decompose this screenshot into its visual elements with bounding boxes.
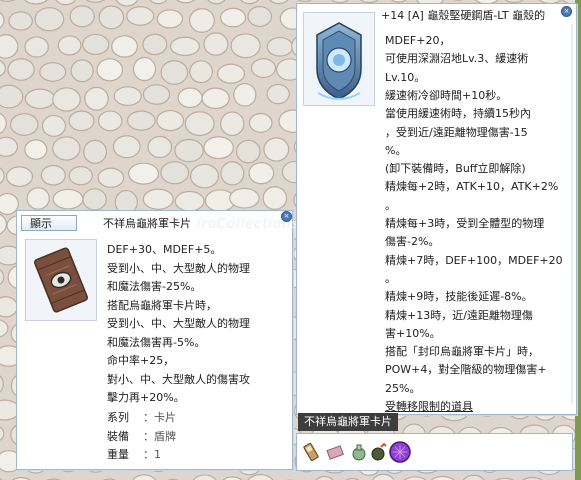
attribute-value: ：卡片 xyxy=(143,411,176,424)
shield-description-line: 。 xyxy=(385,271,396,285)
card-illustration-icon xyxy=(33,247,89,313)
shield-description-line: POW+4，對全階級的物理傷害+ xyxy=(385,363,547,377)
shield-description-line: 精煉每+2時，ATK+10，ATK+2% xyxy=(385,180,559,194)
card-description-line: 擊力再+20%。 xyxy=(107,391,185,404)
card-description-line: 和魔法傷害-25%。 xyxy=(107,280,202,293)
attribute-label: 系列 xyxy=(107,411,129,424)
attribute-value: ：1 xyxy=(143,448,161,461)
grenade-icon[interactable] xyxy=(369,442,389,462)
item-tooltip: 不祥烏龜將軍卡片 xyxy=(298,413,398,431)
shield-image xyxy=(303,12,375,106)
close-icon[interactable]: × xyxy=(561,6,572,17)
card-description-line: DEF+30、MDEF+5。 xyxy=(107,243,222,256)
ticket-icon[interactable] xyxy=(325,442,345,462)
card-description-line: 受到小、中、大型敵人的物理 xyxy=(107,261,250,275)
card-description-line: 搭配烏龜將軍卡片時， xyxy=(107,298,217,312)
shield-item-title: +14 [A] 龜殼堅硬鋼盾-LT 龜殼的 xyxy=(381,9,546,22)
shield-description-line: 當使用緩速術時，持續15秒內 xyxy=(385,107,531,121)
card-image xyxy=(25,239,97,321)
description-scrollbar[interactable] xyxy=(570,24,574,404)
shield-description-line: 精煉+7時，DEF+100，MDEF+20 xyxy=(385,253,563,267)
card-description-line: 對小、中、大型敵人的傷害攻 xyxy=(107,372,250,386)
show-button[interactable]: 顯示 xyxy=(21,215,77,231)
card-item-title: 不祥烏龜將軍卡片 xyxy=(103,217,191,230)
shield-description-line: 25%。 xyxy=(385,381,421,395)
shield-description-line: ，受到近/遠距離物理傷害-15 xyxy=(385,125,528,139)
item-taskbar xyxy=(296,433,573,471)
shield-description-line: 受轉移限制的道具 xyxy=(385,400,473,413)
shield-description-line: 害+10%。 xyxy=(385,326,441,340)
attribute-label: 裝備 xyxy=(107,429,129,443)
shield-item-window: +14 [A] 龜殼堅硬鋼盾-LT 龜殼的 × MDEF+20， 可使用深淵沼地L… xyxy=(296,3,577,415)
shield-description-line: (卸下裝備時，Buff立即解除) xyxy=(385,162,526,176)
card-description-line: 和魔法傷害再-5%。 xyxy=(107,335,206,349)
shield-description-line: 搭配「封印烏龜將軍卡片」時， xyxy=(385,345,539,359)
attribute-value: ：盾牌 xyxy=(143,429,176,443)
shield-description-line: 精煉每+3時，受到全體型的物理 xyxy=(385,217,545,230)
shield-description-line: 緩速術冷卻時間+10秒。 xyxy=(385,88,508,102)
shield-description-line: Lv.10。 xyxy=(385,70,426,84)
shield-description-line: 精煉+9時，技能後延遲-8%。 xyxy=(385,290,533,304)
shield-description-line: MDEF+20， xyxy=(385,34,451,47)
shield-illustration-icon xyxy=(305,22,373,101)
shield-description-line: 可使用深淵沼地Lv.3、緩速術 xyxy=(385,52,529,66)
shield-description-line: %。 xyxy=(385,143,407,157)
card-description-line: 受到小、中、大型敵人的物理 xyxy=(107,317,250,330)
close-icon[interactable]: × xyxy=(281,211,292,222)
shield-description-line: 精煉+13時，近/遠距離物理傷 xyxy=(385,308,533,322)
card-item-window: 顯示 不祥烏龜將軍卡片 iroCollections × DEF+30、MDEF… xyxy=(16,210,298,470)
shield-description-line: 傷害-2%。 xyxy=(385,235,440,249)
potion-icon[interactable] xyxy=(349,442,369,462)
orb-icon[interactable] xyxy=(389,441,411,463)
shield-description-line: 。 xyxy=(385,198,396,212)
card-icon[interactable] xyxy=(301,442,321,462)
scrollbar-track xyxy=(571,24,573,404)
card-description-line: 命中率+25， xyxy=(107,354,175,367)
attribute-label: 重量 xyxy=(107,448,129,461)
